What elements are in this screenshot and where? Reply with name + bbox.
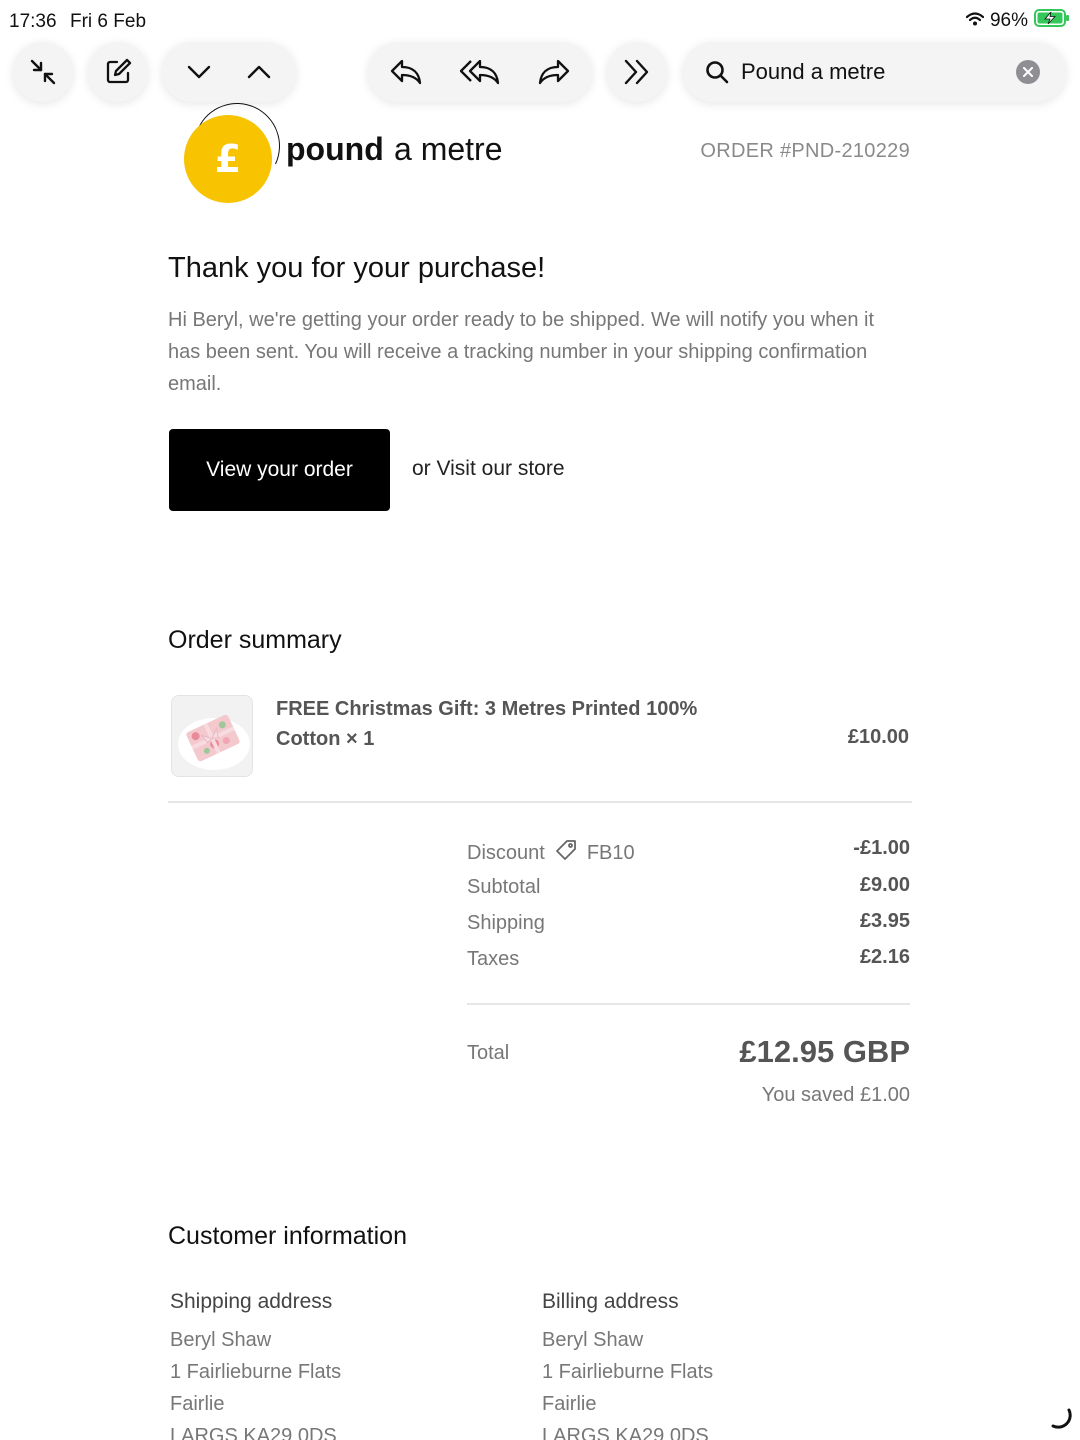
discount-label-group: Discount FB10 — [467, 839, 635, 867]
forward-icon — [538, 58, 570, 86]
subtotal-value: £9.00 — [859, 874, 910, 896]
visit-store-link[interactable]: or Visit our store — [412, 457, 565, 481]
collapse-button[interactable] — [13, 42, 73, 102]
compose-icon — [103, 57, 133, 87]
discount-code: FB10 — [586, 841, 635, 864]
customer-info-title: Customer information — [168, 1222, 407, 1250]
status-bar: 17:36 Fri 6 Feb 96% — [0, 0, 1080, 42]
billing-address-line: Fairlie — [542, 1393, 597, 1415]
search-query[interactable]: Pound a metre — [741, 59, 885, 85]
shipping-label: Shipping — [467, 912, 545, 934]
billing-address-line: Beryl Shaw — [542, 1329, 644, 1351]
billing-address-line: 1 Fairlieburne Flats — [542, 1361, 714, 1383]
billing-address-line: LARGS KA29 0DS — [542, 1425, 709, 1440]
shipping-address-line: LARGS KA29 0DS — [170, 1425, 337, 1440]
shipping-row: Shipping £3.95 — [467, 910, 910, 942]
status-time: 17:36 — [9, 11, 57, 32]
shipping-address-line: Beryl Shaw — [170, 1329, 272, 1351]
status-date: Fri 6 Feb — [70, 11, 147, 32]
logo-coin-symbol: £ — [214, 137, 242, 181]
product-price: £10.00 — [847, 726, 909, 748]
reply-all-icon — [460, 58, 500, 86]
order-number: ORDER #PND-210229 — [700, 140, 910, 162]
more-double-chevron-icon — [622, 58, 652, 86]
search-icon — [705, 60, 729, 84]
discount-value: -£1.00 — [853, 837, 910, 859]
brand-name-light: a metre — [394, 131, 503, 167]
brand-name-bold: pound — [286, 131, 384, 167]
product-name[interactable]: FREE Christmas Gift: 3 Metres Printed 10… — [276, 694, 746, 754]
message-navigation — [162, 42, 296, 102]
forward-button[interactable] — [517, 42, 591, 102]
total-value: £12.95 GBP — [739, 1034, 910, 1069]
reply-actions — [368, 42, 592, 102]
taxes-value: £2.16 — [859, 946, 910, 968]
billing-address-heading: Billing address — [542, 1290, 679, 1313]
shipping-address-heading: Shipping address — [170, 1290, 333, 1313]
product-thumbnail — [171, 695, 253, 777]
wifi-icon — [965, 10, 985, 32]
tag-icon — [555, 839, 577, 867]
more-actions-button[interactable] — [607, 42, 667, 102]
total-label: Total — [467, 1042, 510, 1064]
status-right: 96% — [965, 9, 1070, 33]
loading-spinner-icon — [1050, 1407, 1072, 1434]
shipping-value: £3.95 — [859, 910, 910, 932]
chevron-up-icon — [246, 59, 272, 85]
next-message-button[interactable] — [169, 42, 229, 102]
thank-you-heading: Thank you for your purchase! — [168, 252, 546, 284]
reply-all-button[interactable] — [443, 42, 517, 102]
shipping-address: Shipping address Beryl Shaw 1 Fairliebur… — [170, 1290, 510, 1440]
mail-toolbar: Pound a metre — [0, 42, 1080, 102]
logo-coin: £ — [184, 115, 272, 203]
total-divider — [467, 1003, 910, 1005]
intro-text: Hi Beryl, we're getting your order ready… — [168, 309, 875, 395]
collapse-icon — [28, 57, 58, 87]
discount-label: Discount — [467, 841, 545, 864]
billing-address: Billing address Beryl Shaw 1 Fairlieburn… — [542, 1290, 882, 1440]
shipping-address-line: Fairlie — [170, 1393, 225, 1415]
chevron-down-icon — [186, 59, 212, 85]
previous-message-button[interactable] — [229, 42, 289, 102]
taxes-label: Taxes — [467, 948, 520, 970]
subtotal-label: Subtotal — [467, 876, 541, 898]
clear-icon[interactable] — [1016, 60, 1040, 84]
brand-logo[interactable]: £ pound a metre — [181, 90, 524, 203]
taxes-row: Taxes £2.16 — [467, 946, 910, 978]
compose-button[interactable] — [88, 42, 148, 102]
view-order-button[interactable]: View your order — [169, 429, 390, 511]
order-summary-title: Order summary — [168, 626, 342, 654]
battery-percent: 96% — [989, 10, 1028, 31]
reply-button[interactable] — [369, 42, 443, 102]
reply-icon — [390, 58, 422, 86]
shipping-address-line: 1 Fairlieburne Flats — [170, 1361, 342, 1383]
savings-text: You saved £1.00 — [761, 1084, 910, 1106]
summary-divider — [168, 801, 912, 803]
discount-row: Discount FB10 -£1.00 — [467, 837, 910, 869]
search-field[interactable]: Pound a metre — [683, 42, 1066, 102]
subtotal-row: Subtotal £9.00 — [467, 874, 910, 906]
battery-charging-icon — [1034, 9, 1070, 33]
